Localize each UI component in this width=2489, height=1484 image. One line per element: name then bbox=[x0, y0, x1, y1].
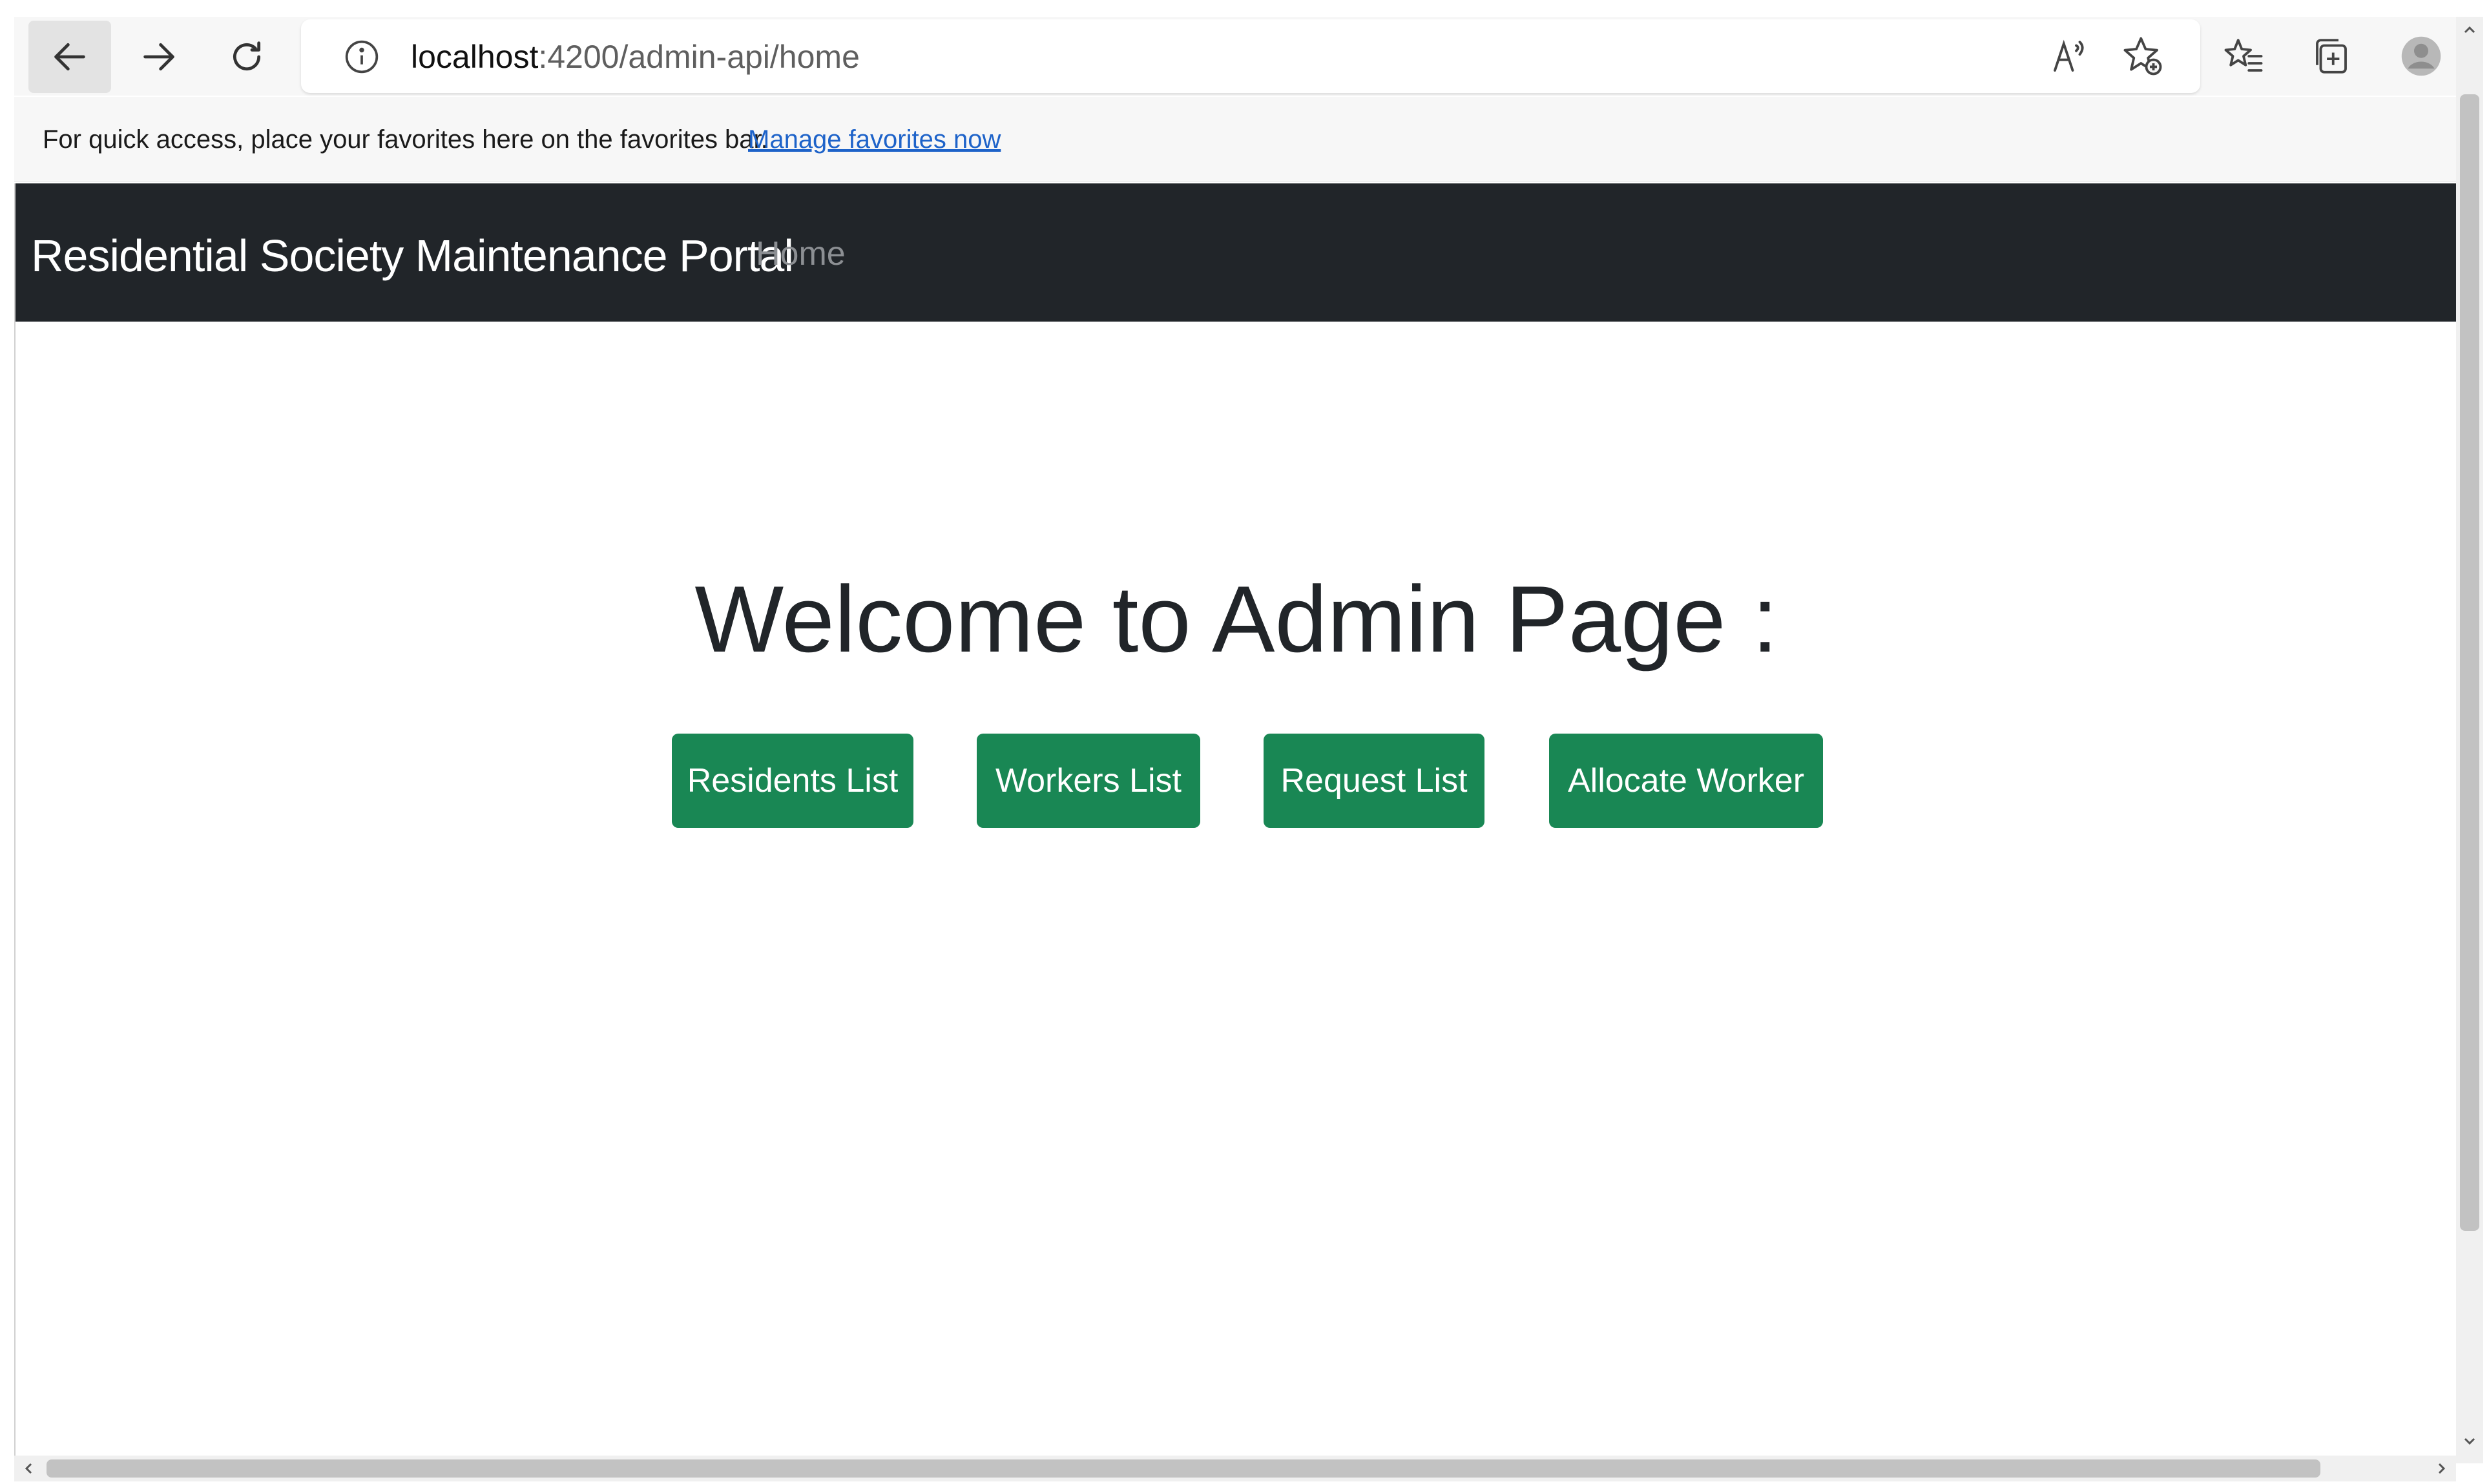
back-arrow-icon bbox=[54, 43, 85, 71]
vertical-scroll-thumb[interactable] bbox=[2460, 94, 2479, 1231]
vertical-scrollbar[interactable] bbox=[2456, 17, 2483, 1463]
profile-button[interactable] bbox=[2397, 35, 2446, 77]
reload-icon bbox=[233, 41, 261, 71]
add-favorite-button[interactable] bbox=[2121, 35, 2164, 77]
profile-avatar-icon bbox=[2401, 36, 2441, 76]
residents-list-button[interactable]: Residents List bbox=[672, 734, 913, 828]
favorites-button[interactable] bbox=[2222, 35, 2265, 77]
horizontal-scrollbar[interactable] bbox=[14, 1456, 2456, 1481]
app-navbar: Residential Society Maintenance Portal H… bbox=[16, 183, 2457, 322]
favorites-bar-message: For quick access, place your favorites h… bbox=[43, 125, 768, 154]
add-favorite-icon bbox=[2123, 37, 2162, 76]
favorites-bar: For quick access, place your favorites h… bbox=[14, 97, 2456, 182]
nav-home-link[interactable]: Home bbox=[756, 232, 846, 275]
scroll-left-arrow-icon[interactable] bbox=[16, 1456, 41, 1481]
collections-button[interactable] bbox=[2310, 35, 2353, 77]
browser-toolbar: localhost:4200/admin-api/home bbox=[14, 17, 2456, 96]
manage-favorites-link[interactable]: Manage favorites now bbox=[748, 123, 1001, 156]
address-bar[interactable]: localhost:4200/admin-api/home bbox=[301, 19, 2200, 93]
read-aloud-button[interactable] bbox=[2048, 35, 2090, 77]
forward-arrow-icon bbox=[143, 43, 174, 71]
collections-icon bbox=[2316, 39, 2347, 74]
url-text[interactable]: localhost:4200/admin-api/home bbox=[411, 37, 860, 76]
request-list-button[interactable]: Request List bbox=[1264, 734, 1484, 828]
back-button[interactable] bbox=[28, 21, 111, 93]
scroll-up-arrow-icon[interactable] bbox=[2456, 17, 2483, 43]
url-path: :4200/admin-api/home bbox=[538, 39, 860, 75]
allocate-worker-button[interactable]: Allocate Worker bbox=[1549, 734, 1823, 828]
horizontal-scroll-thumb[interactable] bbox=[47, 1459, 2320, 1478]
page-viewport: Residential Society Maintenance Portal H… bbox=[14, 183, 2457, 1456]
forward-button[interactable] bbox=[118, 21, 200, 93]
navbar-brand[interactable]: Residential Society Maintenance Portal bbox=[31, 229, 794, 283]
favorites-icon bbox=[2224, 39, 2263, 72]
url-host: localhost bbox=[411, 39, 539, 75]
info-icon[interactable] bbox=[344, 39, 380, 75]
reload-button[interactable] bbox=[205, 21, 288, 93]
scroll-right-arrow-icon[interactable] bbox=[2429, 1456, 2455, 1481]
read-aloud-icon bbox=[2054, 39, 2084, 72]
page-title: Welcome to Admin Page : bbox=[694, 566, 1778, 672]
browser-window: localhost:4200/admin-api/home For quick … bbox=[0, 0, 2489, 1484]
workers-list-button[interactable]: Workers List bbox=[977, 734, 1200, 828]
scroll-down-arrow-icon[interactable] bbox=[2456, 1428, 2483, 1454]
